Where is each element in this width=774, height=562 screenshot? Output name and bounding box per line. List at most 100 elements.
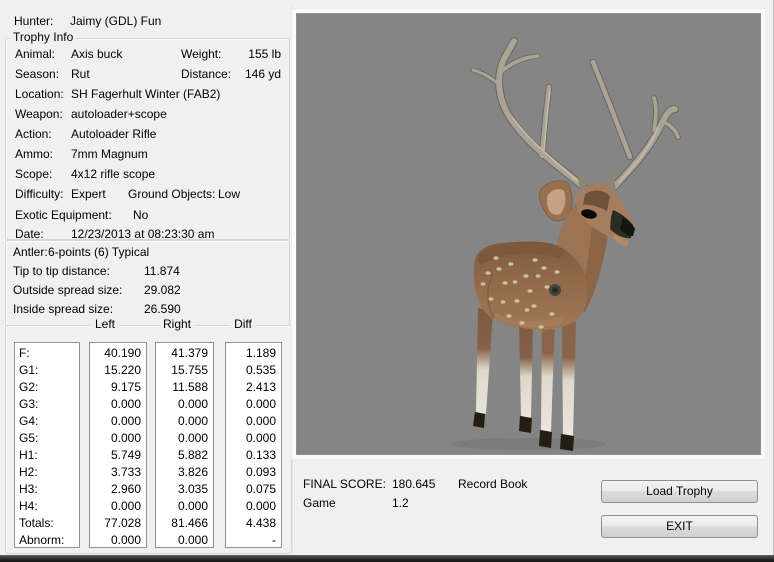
column-header-left: Left	[90, 318, 120, 331]
difficulty-label: Difficulty:	[15, 187, 64, 201]
trophy-render-view	[296, 13, 761, 455]
ground-objects-label: Ground Objects:	[128, 187, 216, 201]
measure-labels-listbox[interactable]: F: G1: G2: G3: G4: G5: H1: H2: H3: H4: T…	[14, 342, 80, 548]
diff-value: 0.000	[245, 499, 276, 513]
diff-value: 0.000	[245, 397, 276, 411]
final-score-label: FINAL SCORE:	[303, 477, 386, 491]
ammo-value: 7mm Magnum	[71, 147, 148, 161]
left-value: 0.000	[110, 499, 141, 513]
location-value: SH Fagerhult Winter (FAB2)	[71, 87, 221, 101]
measurements-group: Left Right Diff F: G1: G2: G3: G4: G5: H…	[5, 318, 292, 554]
measure-row-label: F:	[19, 346, 30, 360]
right-value: 0.000	[177, 431, 208, 445]
game-version-value: 1.2	[392, 496, 409, 510]
measure-row-label: H3:	[19, 482, 38, 496]
load-trophy-button[interactable]: Load Trophy	[601, 480, 758, 503]
diff-value: 0.000	[245, 414, 276, 428]
measure-row-label: G4:	[19, 414, 39, 428]
location-label: Location:	[15, 87, 64, 101]
distance-value: 146 yd	[244, 67, 281, 81]
distance-label: Distance:	[181, 67, 232, 81]
right-value: 5.882	[177, 448, 208, 462]
outside-spread-label: Outside spread size:	[13, 283, 123, 297]
measure-row-label: Totals:	[19, 516, 54, 530]
left-value: 40.190	[104, 346, 141, 360]
left-value: 0.000	[110, 397, 141, 411]
hunter-value: Jaimy (GDL) Fun	[70, 14, 162, 28]
measure-row-label: Abnorm:	[19, 533, 65, 547]
axis-buck-image	[451, 37, 681, 451]
left-value: 0.000	[110, 533, 141, 547]
hunter-label: Hunter:	[14, 14, 54, 28]
weapon-label: Weapon:	[15, 107, 63, 121]
difficulty-value: Expert	[71, 187, 106, 201]
inside-spread-value: 26.590	[144, 302, 181, 316]
exit-button[interactable]: EXIT	[601, 515, 758, 538]
right-value: 41.379	[171, 346, 208, 360]
left-value: 77.028	[104, 516, 141, 530]
right-value: 0.000	[177, 499, 208, 513]
right-value: 81.466	[171, 516, 208, 530]
antler-value: 6-points (6) Typical	[48, 245, 150, 259]
diff-value: -	[272, 533, 276, 547]
measure-row-label: H1:	[19, 448, 38, 462]
weapon-value: autoloader+scope	[71, 107, 167, 121]
final-score-value: 180.645	[392, 477, 436, 491]
scope-value: 4x12 rifle scope	[71, 167, 156, 181]
left-value: 0.000	[110, 414, 141, 428]
diff-value: 0.133	[245, 448, 276, 462]
animal-label: Animal:	[15, 47, 56, 61]
right-value: 0.000	[177, 414, 208, 428]
panel-divider	[292, 6, 293, 553]
weight-label: Weight:	[181, 47, 222, 61]
right-value: 15.755	[171, 363, 208, 377]
left-value: 5.749	[110, 448, 141, 462]
antler-info-group: Antler: 6-points (6) Typical Tip to tip …	[5, 240, 290, 327]
column-header-diff: Diff	[230, 318, 256, 331]
tip-to-tip-value: 11.874	[144, 264, 180, 278]
game-version-label: Game	[303, 496, 336, 510]
measure-row-label: G1:	[19, 363, 39, 377]
left-column-listbox[interactable]: 40.190 15.220 9.175 0.000 0.000 0.000 5.…	[89, 342, 147, 548]
left-value: 2.960	[110, 482, 141, 496]
season-label: Season:	[15, 67, 60, 81]
right-value: 0.000	[177, 533, 208, 547]
diff-value: 0.075	[245, 482, 276, 496]
tip-to-tip-label: Tip to tip distance:	[13, 264, 110, 278]
weight-value: 155 lb	[248, 47, 281, 61]
diff-value: 4.438	[245, 516, 276, 530]
trophy-viewer-window: Hunter: Jaimy (GDL) Fun Trophy Info Anim…	[0, 0, 774, 562]
season-value: Rut	[71, 67, 90, 81]
right-column-listbox[interactable]: 41.379 15.755 11.588 0.000 0.000 0.000 5…	[155, 342, 214, 548]
left-value: 9.175	[110, 380, 141, 394]
action-value: Autoloader Rifle	[71, 127, 157, 141]
measure-row-label: G2:	[19, 380, 39, 394]
diff-value: 0.093	[245, 465, 276, 479]
measure-row-label: H2:	[19, 465, 38, 479]
diff-value: 1.189	[245, 346, 276, 360]
diff-column-listbox[interactable]: 1.189 0.535 2.413 0.000 0.000 0.000 0.13…	[225, 342, 282, 548]
outside-spread-value: 29.082	[144, 283, 181, 297]
trophy-info-title: Trophy Info	[10, 31, 77, 44]
action-label: Action:	[15, 127, 52, 141]
window-bottom-edge	[0, 555, 774, 562]
column-header-right: Right	[158, 318, 196, 331]
diff-value: 2.413	[245, 380, 276, 394]
inside-spread-label: Inside spread size:	[13, 302, 114, 316]
exotic-equipment-label: Exotic Equipment:	[15, 208, 112, 222]
animal-value: Axis buck	[71, 47, 123, 61]
right-value: 3.035	[177, 482, 208, 496]
measure-row-label: G3:	[19, 397, 39, 411]
right-value: 0.000	[177, 397, 208, 411]
record-book-label: Record Book	[458, 477, 528, 491]
left-value: 0.000	[110, 431, 141, 445]
exotic-equipment-value: No	[133, 208, 149, 222]
trophy-info-group: Trophy Info Animal: Axis buck Weight: 15…	[5, 31, 290, 241]
scope-label: Scope:	[15, 167, 53, 181]
ground-objects-value: Low	[218, 187, 241, 201]
ammo-label: Ammo:	[15, 147, 54, 161]
measure-row-label: G5:	[19, 431, 39, 445]
measure-row-label: H4:	[19, 499, 38, 513]
antler-label: Antler:	[13, 245, 48, 259]
left-value: 3.733	[110, 465, 141, 479]
